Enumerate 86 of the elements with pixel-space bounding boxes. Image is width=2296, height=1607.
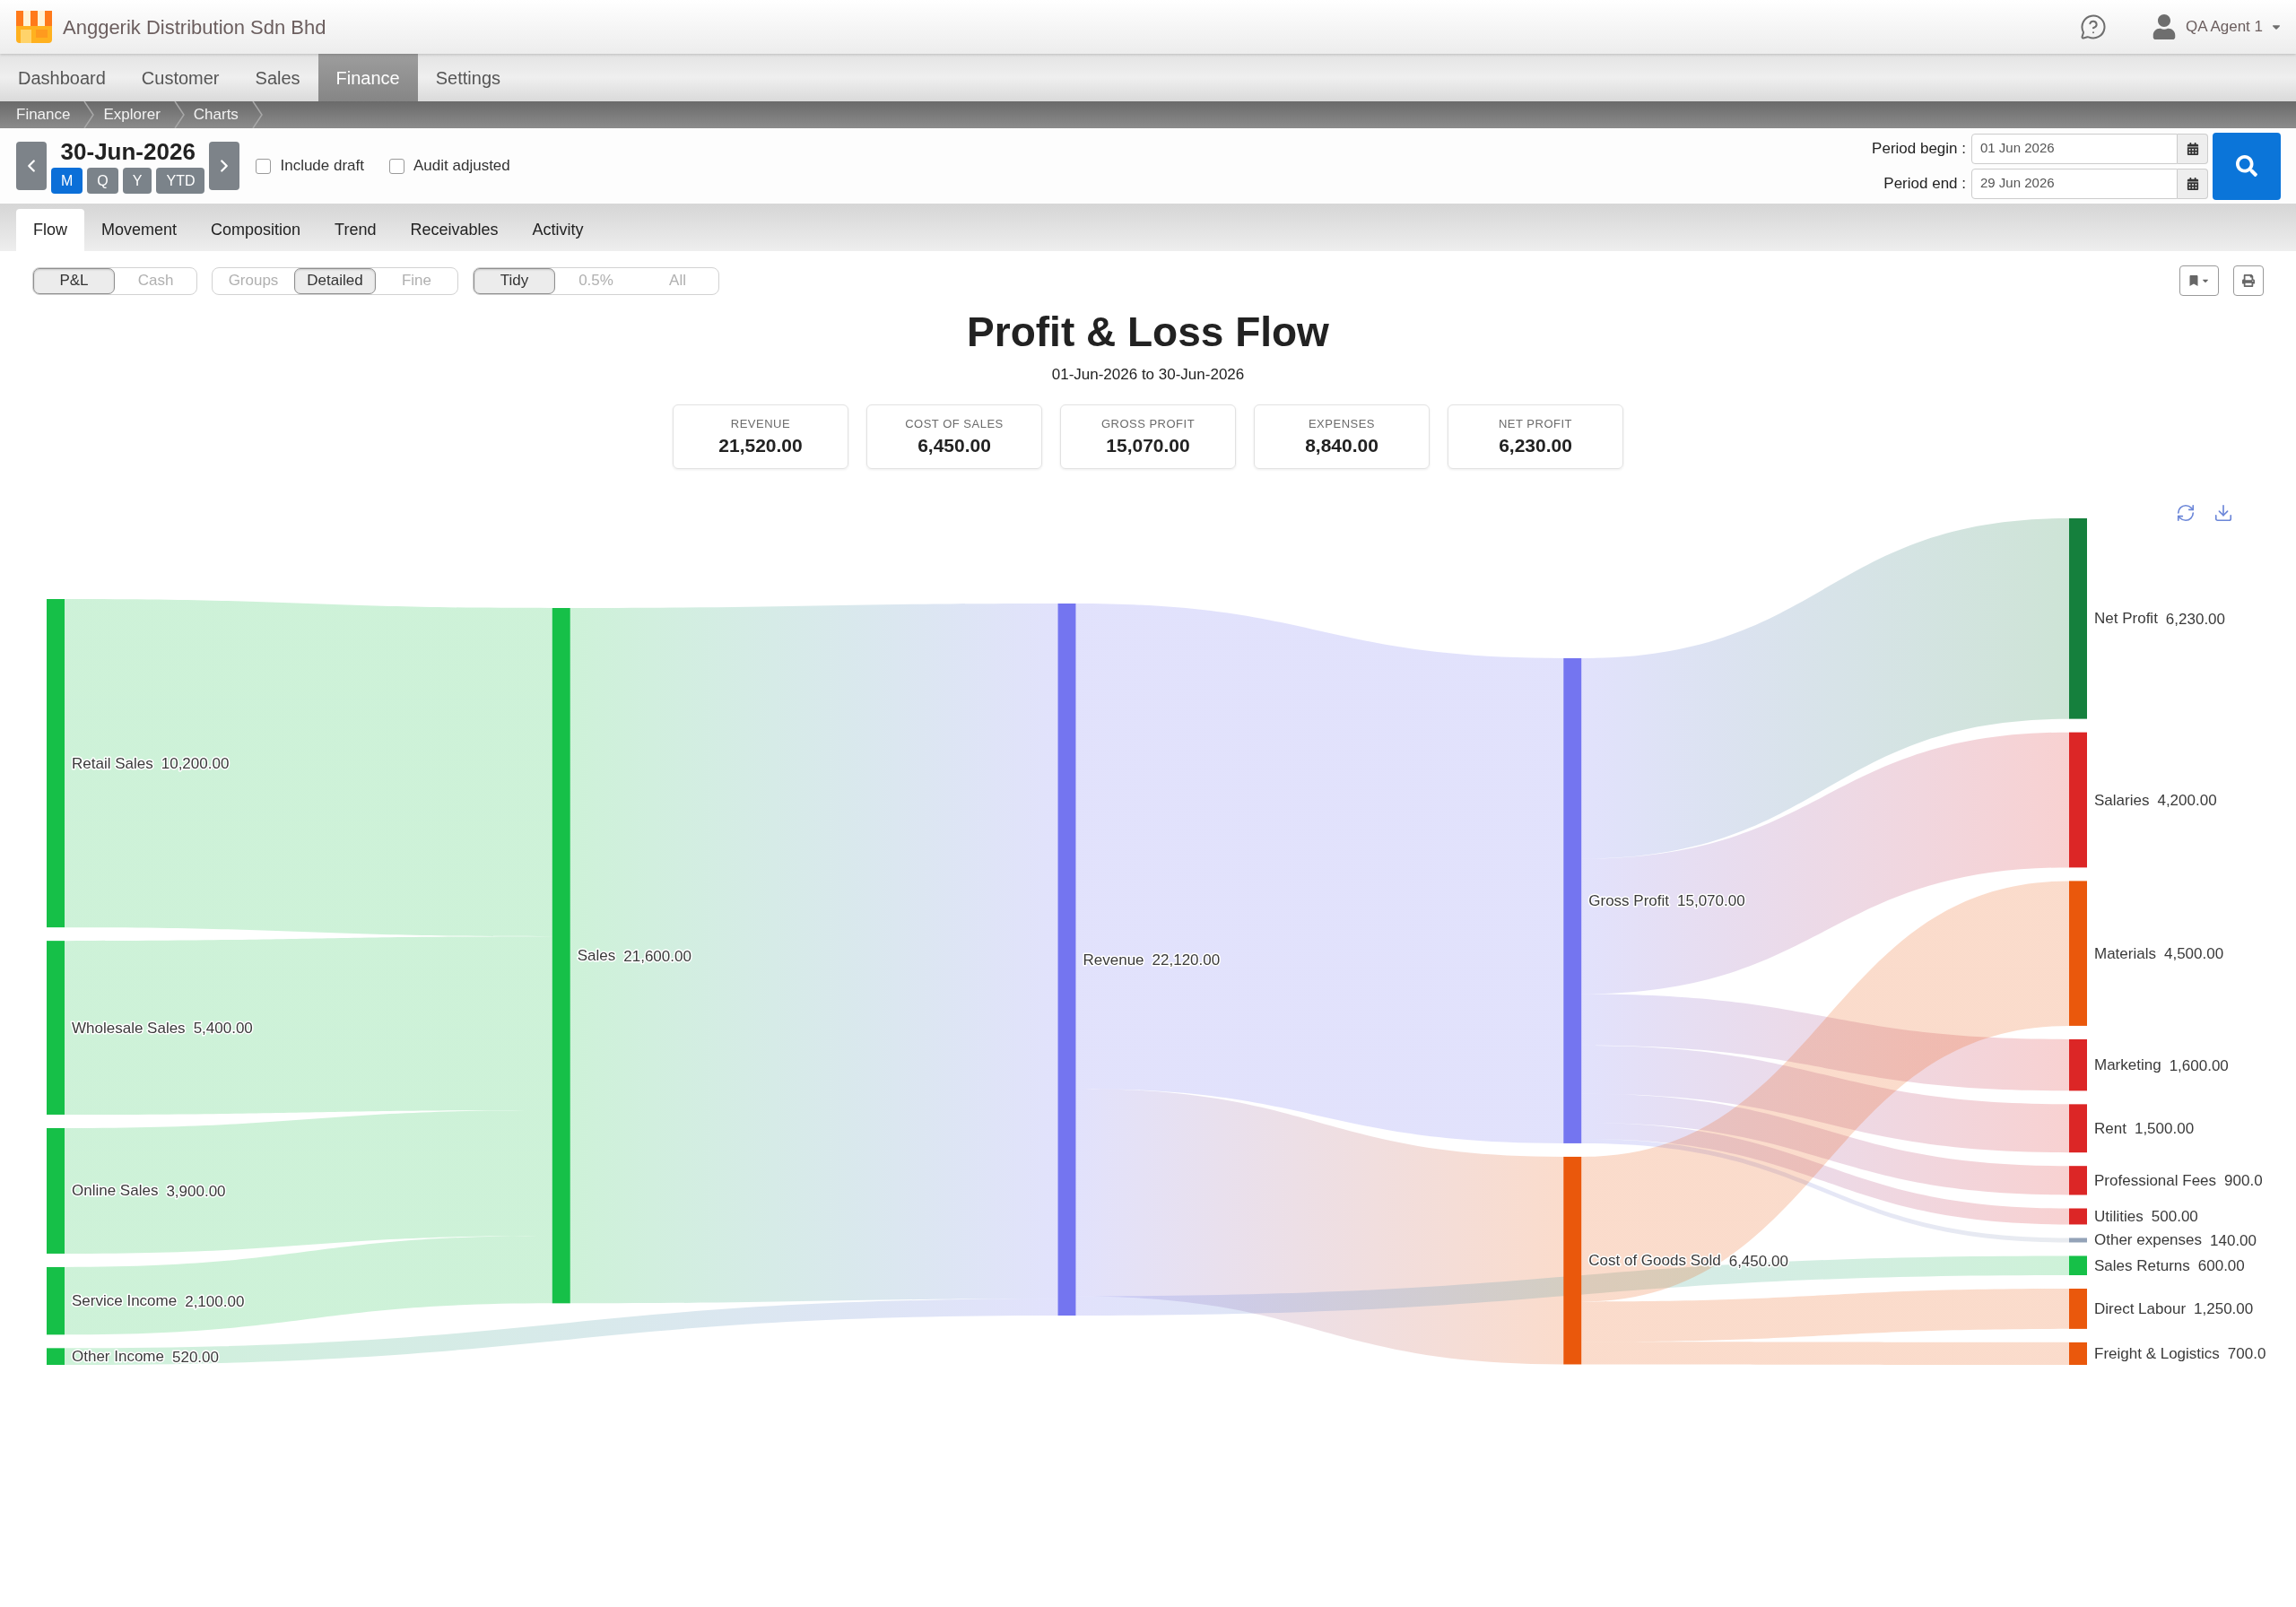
node-label: Retail Sales 10,200.00 — [72, 754, 230, 772]
checkbox-label: Audit adjusted — [413, 156, 510, 177]
checkbox-label: Include draft — [280, 156, 364, 177]
calendar-button[interactable] — [2178, 168, 2208, 199]
tab[interactable]: Flow — [16, 209, 84, 251]
date-field[interactable]: 29 Jun 2026 — [1971, 168, 2178, 199]
tab[interactable]: Receivables — [393, 209, 516, 251]
search-icon — [2236, 155, 2257, 177]
kpi-label: EXPENSES — [1308, 417, 1376, 431]
kpi-label: COST OF SALES — [905, 417, 1004, 431]
next-button[interactable] — [209, 142, 240, 190]
node-label: Utilities 500.00 — [2094, 1207, 2198, 1225]
node-label: Online Sales 3,900.00 — [72, 1182, 226, 1200]
download-button[interactable] — [2213, 503, 2233, 523]
segment-option[interactable]: Detailed — [294, 267, 376, 294]
current-date: 30-Jun-2026 — [60, 138, 196, 165]
bookmark-dropdown-button[interactable] — [2179, 265, 2219, 296]
help-button[interactable] — [2080, 13, 2107, 40]
kpi-value: 15,070.00 — [1106, 434, 1190, 456]
kpi-label: NET PROFIT — [1498, 417, 1572, 431]
tab[interactable]: Activity — [515, 209, 601, 251]
node-label: Salaries 4,200.00 — [2094, 791, 2217, 809]
refresh-button[interactable] — [2176, 503, 2196, 523]
breadcrumb-separator-icon — [173, 101, 185, 128]
kpi-value: 6,230.00 — [1499, 434, 1572, 456]
tab[interactable]: Movement — [84, 209, 195, 251]
breadcrumb-link[interactable]: Explorer — [103, 103, 161, 126]
nav-tab[interactable]: Settings — [417, 54, 518, 101]
user-menu[interactable]: QA Agent 1 — [2152, 14, 2283, 39]
node-label: Cost of Goods Sold 6,450.00 — [1588, 1252, 1788, 1270]
tab[interactable]: Composition — [194, 209, 318, 251]
awning-logo-icon — [16, 11, 52, 43]
node-label: Direct Labour 1,250.00 — [2094, 1299, 2254, 1317]
node-label: Other Income 520.00 — [72, 1348, 219, 1366]
breadcrumb-link[interactable]: Finance — [16, 103, 71, 126]
kpi-label: REVENUE — [730, 417, 791, 431]
period-button[interactable]: Y — [122, 168, 152, 194]
bookmark-icon — [2188, 275, 2199, 286]
period-button[interactable]: Q — [87, 168, 118, 194]
node-label: Wholesale Sales 5,400.00 — [72, 1019, 253, 1037]
segment-option[interactable]: P&L — [33, 267, 115, 294]
nav-tab[interactable]: Customer — [123, 54, 238, 101]
node-label: Materials 4,500.00 — [2094, 944, 2224, 962]
checkbox[interactable] — [389, 158, 404, 174]
kpi-value: 6,450.00 — [918, 434, 991, 456]
search-button[interactable] — [2213, 132, 2281, 200]
node-label: Gross Profit 15,070.00 — [1588, 891, 1745, 909]
print-button[interactable] — [2233, 265, 2264, 296]
chat-question-icon — [2080, 13, 2107, 40]
calendar-button[interactable] — [2178, 133, 2208, 164]
tab[interactable]: Trend — [317, 209, 394, 251]
breadcrumb-separator-icon — [251, 101, 263, 128]
company-name: Anggerik Distribution Sdn Bhd — [63, 14, 326, 40]
report-subtitle: 01-Jun-2026 to 30-Jun-2026 — [1051, 365, 1245, 385]
node-label: Marketing 1,600.00 — [2094, 1056, 2229, 1074]
date-field[interactable]: 01 Jun 2026 — [1971, 133, 2178, 164]
node-label: Service Income 2,100.00 — [72, 1292, 245, 1310]
user-icon — [2152, 14, 2177, 39]
period-label: Period end : — [1883, 173, 1966, 194]
node-label: Professional Fees 900.0 — [2094, 1171, 2263, 1189]
node-label: Sales 21,600.00 — [577, 947, 691, 965]
previous-button[interactable] — [16, 142, 47, 190]
kpi-value: 21,520.00 — [718, 434, 803, 456]
refresh-icon — [2176, 503, 2196, 523]
node-label: Other expenses 140.00 — [2094, 1231, 2257, 1249]
nav-tab[interactable]: Dashboard — [0, 54, 124, 101]
node-label: Sales Returns 600.00 — [2094, 1256, 2245, 1274]
kpi-value: 8,840.00 — [1305, 434, 1378, 456]
calendar-icon — [2186, 177, 2199, 190]
download-icon — [2213, 503, 2233, 523]
node-label: Rent 1,500.00 — [2094, 1119, 2195, 1137]
breadcrumb-link[interactable]: Charts — [193, 103, 239, 126]
node-label: Net Profit 6,230.00 — [2094, 610, 2226, 628]
calendar-icon — [2186, 142, 2199, 155]
breadcrumb-separator-icon — [83, 101, 95, 128]
checkbox[interactable] — [256, 158, 272, 174]
segment-option[interactable]: Tidy — [474, 267, 555, 294]
kpi-label: GROSS PROFIT — [1100, 417, 1196, 431]
period-button[interactable]: YTD — [156, 168, 205, 194]
node-label: Freight & Logistics 700.0 — [2094, 1344, 2266, 1362]
report-title: Profit & Loss Flow — [967, 308, 1329, 356]
printer-icon — [2242, 274, 2255, 287]
node-label: Revenue 22,120.00 — [1083, 951, 1221, 969]
period-label: Period begin : — [1872, 138, 1966, 159]
period-button[interactable]: M — [51, 168, 83, 194]
nav-tab[interactable]: Sales — [237, 54, 318, 101]
